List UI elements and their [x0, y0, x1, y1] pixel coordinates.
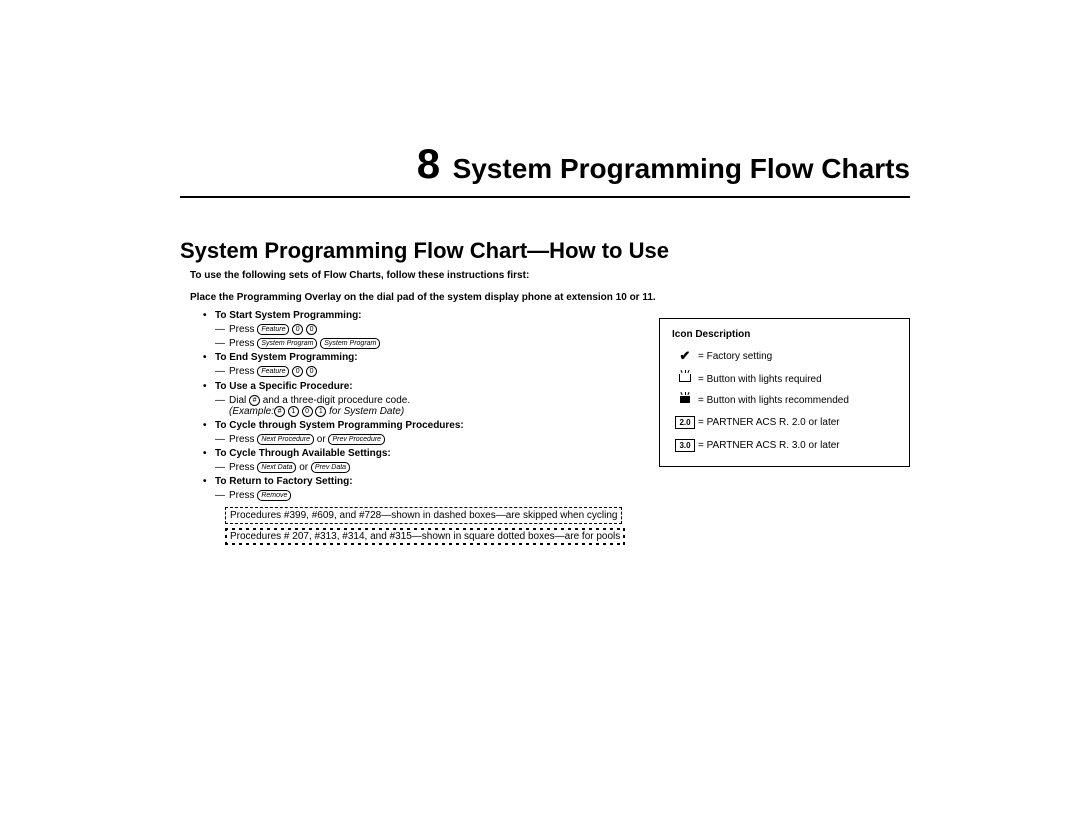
light-recommended-icon — [672, 395, 698, 406]
prevdata-key: Prev Data — [311, 462, 350, 473]
cycle-proc-label: To Cycle through System Programming Proc… — [215, 420, 464, 431]
nextdata-key: Next Data — [257, 462, 296, 473]
chapter-heading: 8 System Programming Flow Charts — [180, 140, 910, 188]
chapter-title-text: System Programming Flow Charts — [453, 153, 910, 184]
check-icon: ✔ — [672, 348, 698, 364]
zero-key: 0 — [306, 366, 317, 377]
chapter-number: 8 — [417, 140, 440, 187]
dashed-note: Procedures #399, #609, and #728—shown in… — [225, 507, 622, 524]
lights-rec-desc: = Button with lights recommended — [698, 395, 897, 406]
factory-line1: Press Remove — [229, 490, 910, 501]
prevproc-key: Prev Procedure — [328, 434, 385, 445]
zero-key: 0 — [292, 324, 303, 335]
icon-description-box: Icon Description ✔ = Factory setting = B… — [659, 318, 910, 467]
factory-label: To Return to Factory Setting: — [215, 476, 353, 487]
zero-key: 0 — [292, 366, 303, 377]
v30-desc: = PARTNER ACS R. 3.0 or later — [698, 440, 897, 451]
zero-key: 0 — [306, 324, 317, 335]
overlay-note: Place the Programming Overlay on the dia… — [190, 291, 910, 304]
factory-setting-item: To Return to Factory Setting: Press Remo… — [215, 476, 910, 501]
instructions-block: Place the Programming Overlay on the dia… — [180, 291, 910, 545]
remove-key: Remove — [257, 490, 291, 501]
one-key: 1 — [288, 406, 299, 417]
section-title: System Programming Flow Chart—How to Use — [180, 238, 910, 264]
icon-row-lights-required: = Button with lights required — [672, 374, 897, 385]
one-key: 1 — [315, 406, 326, 417]
feature-key: Feature — [257, 324, 289, 335]
page: 8 System Programming Flow Charts System … — [0, 0, 1080, 545]
factory-desc: = Factory setting — [698, 351, 897, 362]
hash-key: # — [249, 395, 260, 406]
sysprog-key: System Program — [257, 338, 317, 349]
divider — [180, 196, 910, 198]
icon-row-v20: 2.0 = PARTNER ACS R. 2.0 or later — [672, 416, 897, 429]
lights-req-desc: = Button with lights required — [698, 374, 897, 385]
hash-key: # — [274, 406, 285, 417]
intro-text: To use the following sets of Flow Charts… — [180, 270, 910, 281]
start-label: To Start System Programming: — [215, 310, 362, 321]
icon-row-factory: ✔ = Factory setting — [672, 348, 897, 364]
dotted-note: Procedures # 207, #313, #314, and #315—s… — [225, 528, 625, 545]
light-required-icon — [672, 374, 698, 385]
icon-box-title: Icon Description — [672, 329, 897, 340]
end-label: To End System Programming: — [215, 352, 358, 363]
icon-row-v30: 3.0 = PARTNER ACS R. 3.0 or later — [672, 439, 897, 452]
nextproc-key: Next Procedure — [257, 434, 314, 445]
version-20-icon: 2.0 — [672, 416, 698, 429]
note-boxes: Procedures #399, #609, and #728—shown in… — [190, 507, 910, 545]
version-30-icon: 3.0 — [672, 439, 698, 452]
sysprog-key: System Program — [320, 338, 380, 349]
zero-key: 0 — [302, 406, 313, 417]
v20-desc: = PARTNER ACS R. 2.0 or later — [698, 417, 897, 428]
specific-label: To Use a Specific Procedure: — [215, 381, 353, 392]
icon-row-lights-recommended: = Button with lights recommended — [672, 395, 897, 406]
cycle-set-label: To Cycle Through Available Settings: — [215, 448, 391, 459]
feature-key: Feature — [257, 366, 289, 377]
